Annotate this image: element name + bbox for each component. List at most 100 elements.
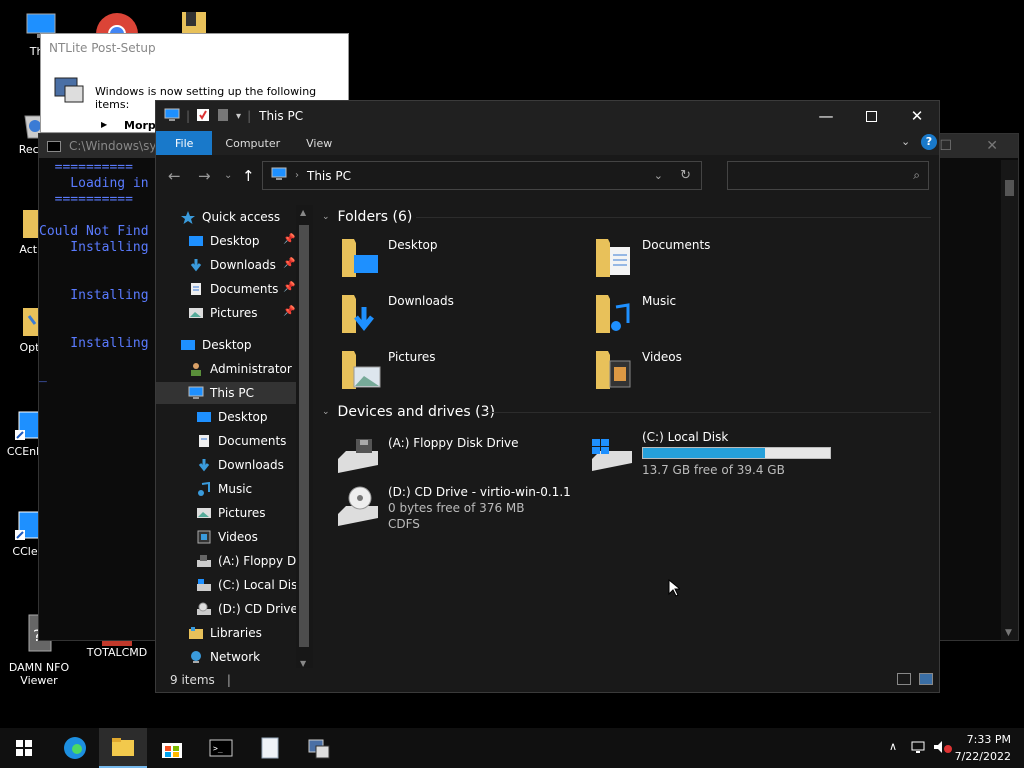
address-dropdown-icon[interactable]: ⌄ xyxy=(654,169,663,182)
details-view-icon[interactable] xyxy=(897,673,911,685)
drive-floppy[interactable]: (A:) Floppy Disk Drive xyxy=(336,435,519,475)
tab-computer[interactable]: Computer xyxy=(212,131,293,155)
music-note-icon xyxy=(198,482,210,496)
customize-qat-icon[interactable]: ▾ xyxy=(236,111,241,122)
volume-muted-icon[interactable] xyxy=(933,740,953,758)
shortcut-app-icon xyxy=(9,410,41,442)
console-scrollbar[interactable]: ▼ xyxy=(1001,160,1018,640)
setup-taskbar-button[interactable] xyxy=(295,728,343,768)
close-button[interactable]: ✕ xyxy=(894,101,940,131)
collapse-icon: ⌄ xyxy=(322,212,330,222)
forward-arrow-icon[interactable]: → xyxy=(198,167,211,185)
content-scroll-area xyxy=(922,205,939,669)
address-bar[interactable]: › This PC ⌄ ↻ xyxy=(262,161,702,190)
nav-desktop[interactable]: Desktop xyxy=(180,334,252,356)
documents-folder-icon xyxy=(594,237,636,279)
nav-administrator[interactable]: Administrator xyxy=(188,358,292,380)
folder-desktop[interactable]: Desktop xyxy=(340,237,438,283)
folder-documents[interactable]: Documents xyxy=(594,237,710,283)
drive-local-disk[interactable]: (C:) Local Disk 13.7 GB free of 39.4 GB xyxy=(590,429,831,478)
explorer-titlebar[interactable]: | ▾ | This PC — ✕ xyxy=(156,101,939,131)
nav-pc-desktop[interactable]: Desktop xyxy=(196,406,268,428)
explorer-taskbar-button[interactable] xyxy=(99,728,147,768)
help-icon[interactable]: ? xyxy=(921,134,937,150)
folder-music[interactable]: Music xyxy=(594,293,676,339)
expand-ribbon-icon[interactable]: ⌄ xyxy=(901,135,910,148)
store-taskbar-button[interactable] xyxy=(148,728,196,768)
pin-icon: 📌 xyxy=(283,234,296,245)
properties-icon[interactable] xyxy=(196,108,210,125)
scroll-thumb[interactable] xyxy=(1005,180,1014,196)
folder-pictures[interactable]: Pictures xyxy=(340,349,436,395)
up-arrow-icon[interactable]: ↑ xyxy=(242,167,255,185)
folder-videos[interactable]: Videos xyxy=(594,349,682,395)
maximize-button[interactable] xyxy=(848,101,894,131)
nav-qa-desktop[interactable]: Desktop xyxy=(188,230,260,252)
nav-qa-documents[interactable]: Documents xyxy=(188,278,278,300)
desktop-folder-icon xyxy=(340,237,382,279)
back-arrow-icon[interactable]: ← xyxy=(168,167,181,185)
console-title: C:\Windows\sys xyxy=(69,139,163,153)
nav-pc-videos[interactable]: Videos xyxy=(196,526,258,548)
collapse-icon: ⌄ xyxy=(322,407,330,417)
console-maximize-icon[interactable]: ☐ xyxy=(939,138,952,154)
recent-locations-icon[interactable]: ⌄ xyxy=(224,170,232,181)
clock[interactable]: 7:33 PM 7/22/2022 xyxy=(955,731,1011,765)
nav-pc-downloads[interactable]: Downloads xyxy=(196,454,284,476)
start-button[interactable] xyxy=(0,728,48,768)
shortcut-app-icon xyxy=(9,510,41,542)
notepad-taskbar-button[interactable] xyxy=(246,728,294,768)
nav-pc-cd-drive[interactable]: (D:) CD Drive - xyxy=(196,598,306,620)
desktop-icon xyxy=(181,340,195,350)
nav-pc-music[interactable]: Music xyxy=(196,478,252,500)
new-folder-icon[interactable] xyxy=(216,108,230,125)
folder-downloads[interactable]: Downloads xyxy=(340,293,454,339)
scroll-up-icon[interactable]: ▲ xyxy=(300,208,306,217)
nav-quick-access[interactable]: Quick access xyxy=(180,206,280,228)
breadcrumb-chevron-icon: › xyxy=(295,170,299,181)
nav-network[interactable]: Network xyxy=(188,646,260,668)
cmd-icon xyxy=(47,140,61,152)
nav-pc-floppy[interactable]: (A:) Floppy Dis xyxy=(196,550,306,572)
folders-group-header[interactable]: ⌄ Folders (6) xyxy=(322,209,412,225)
tab-file[interactable]: File xyxy=(156,131,213,155)
expand-arrow-icon[interactable]: ▶ xyxy=(101,120,107,129)
search-input[interactable]: ⌕ xyxy=(727,161,929,190)
ribbon: File Computer View ⌄ ? xyxy=(156,131,939,155)
nav-this-pc[interactable]: This PC xyxy=(156,382,296,404)
edge-taskbar-button[interactable] xyxy=(51,728,99,768)
store-icon xyxy=(162,743,182,758)
chrome-desktop-icon[interactable] xyxy=(95,8,139,55)
network-icon xyxy=(191,651,201,663)
local-disk-icon xyxy=(590,429,634,471)
drive-filesystem: CDFS xyxy=(388,517,420,531)
nav-qa-pictures[interactable]: Pictures xyxy=(188,302,258,324)
drive-cd[interactable]: (D:) CD Drive - virtio-win-0.1.1 0 bytes… xyxy=(336,484,571,532)
folder-desktop-icon[interactable] xyxy=(180,12,208,34)
scroll-down-icon[interactable]: ▼ xyxy=(300,659,306,668)
nav-pc-pictures[interactable]: Pictures xyxy=(196,502,266,524)
cmd-taskbar-button[interactable]: >_ xyxy=(197,728,245,768)
clock-date: 7/22/2022 xyxy=(954,750,1011,763)
drive-free-space: 13.7 GB free of 39.4 GB xyxy=(642,463,785,477)
drives-group-header[interactable]: ⌄ Devices and drives (3) xyxy=(322,404,495,420)
nav-libraries[interactable]: Libraries xyxy=(188,622,262,644)
console-close-icon[interactable]: ✕ xyxy=(986,138,998,154)
large-icons-view-icon[interactable] xyxy=(919,673,933,685)
nav-pc-documents[interactable]: Documents xyxy=(196,430,286,452)
minimize-button[interactable]: — xyxy=(803,101,849,131)
disk-usage-fill xyxy=(643,448,765,458)
nav-qa-downloads[interactable]: Downloads xyxy=(188,254,276,276)
scroll-thumb[interactable] xyxy=(299,225,309,647)
desktop-icon-label: TOTALCMD xyxy=(86,646,148,659)
navigation-scrollbar[interactable]: ▲ ▼ xyxy=(296,205,313,671)
tab-view[interactable]: View xyxy=(293,131,345,155)
scroll-down-icon[interactable]: ▼ xyxy=(1005,628,1012,638)
network-status-icon[interactable] xyxy=(911,740,927,758)
status-bar: 9 items | xyxy=(156,668,939,692)
show-hidden-icons-icon[interactable]: ∧ xyxy=(889,740,897,753)
nav-pc-local-disk[interactable]: (C:) Local Disk xyxy=(196,574,304,596)
refresh-icon[interactable]: ↻ xyxy=(680,168,691,183)
explorer-window[interactable]: | ▾ | This PC — ✕ File Computer View ⌄ ?… xyxy=(155,100,940,693)
pin-icon: 📌 xyxy=(283,282,296,293)
